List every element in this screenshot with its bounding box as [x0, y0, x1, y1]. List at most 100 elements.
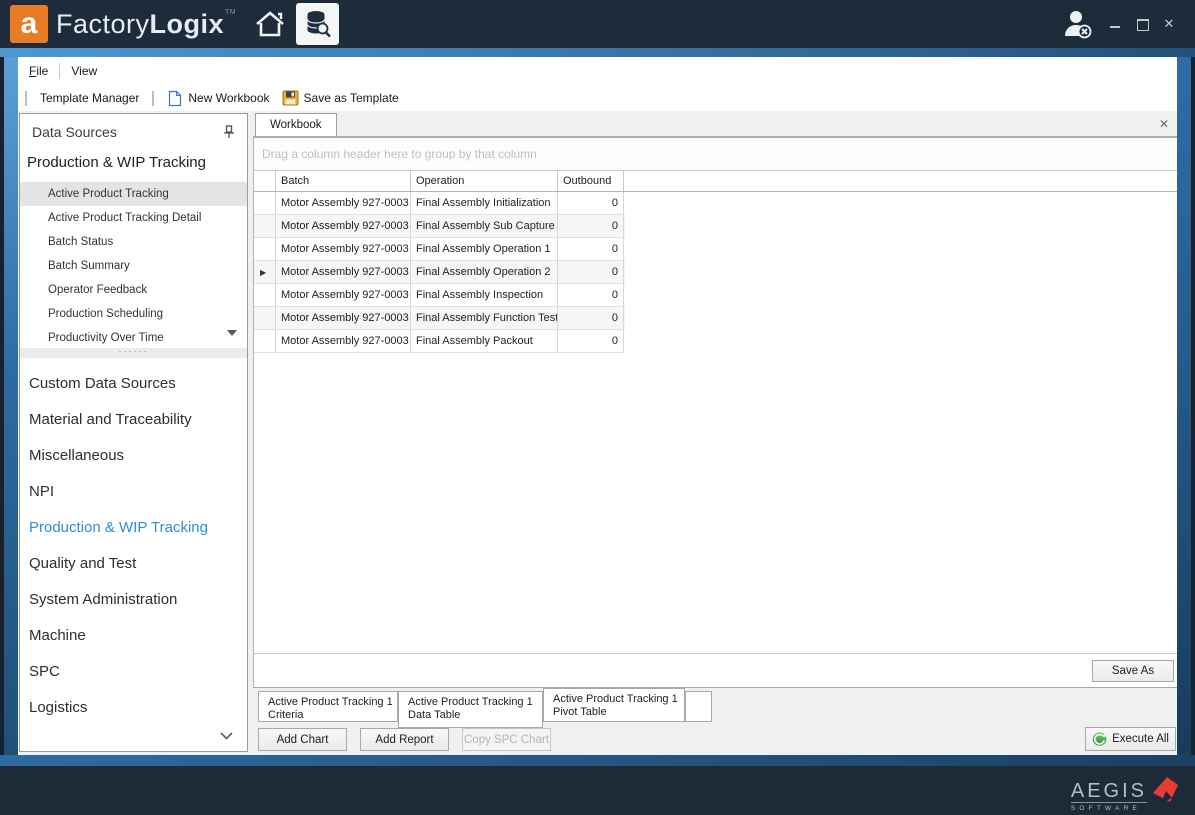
panel-splitter[interactable]: ······: [20, 348, 247, 358]
home-icon[interactable]: [250, 4, 290, 44]
category-item[interactable]: Production & WIP Tracking: [20, 510, 247, 546]
app-title: FactoryLogixTM: [56, 9, 236, 40]
scroll-down-arrow-icon[interactable]: [227, 330, 237, 336]
cell-batch: Motor Assembly 927-0003: [276, 215, 411, 237]
close-button[interactable]: ✕: [1163, 18, 1175, 30]
worksheet-tab[interactable]: Active Product Tracking 1 Criteria: [258, 691, 398, 722]
category-item[interactable]: NPI: [20, 474, 247, 510]
row-indicator-header: [254, 171, 276, 191]
category-item[interactable]: Logistics: [20, 690, 247, 726]
footer: AEGIS SOFTWARE: [0, 766, 1195, 815]
sidebar-item[interactable]: Batch Status: [20, 230, 247, 254]
execute-refresh-icon: [1092, 731, 1107, 747]
toolbar-separator: [152, 91, 154, 106]
row-indicator-cell: [254, 215, 276, 237]
aegis-brand: AEGIS: [1071, 782, 1147, 803]
category-item[interactable]: Quality and Test: [20, 546, 247, 582]
grid-rows: Motor Assembly 927-0003 Final Assembly I…: [254, 192, 625, 353]
cell-batch: Motor Assembly 927-0003: [276, 330, 411, 352]
action-button[interactable]: Copy SPC Chart: [462, 728, 551, 751]
maximize-button[interactable]: [1136, 18, 1148, 30]
category-item[interactable]: Miscellaneous: [20, 438, 247, 474]
row-indicator-cell: [254, 192, 276, 214]
close-tab-icon[interactable]: ✕: [1159, 117, 1169, 131]
grid-footer-band: [253, 627, 1177, 654]
cell-batch: Motor Assembly 927-0003: [276, 284, 411, 306]
worksheet-tab[interactable]: Active Product Tracking 1 Pivot Table: [543, 688, 685, 722]
execute-all-button[interactable]: Execute All: [1085, 727, 1176, 751]
action-buttons: Add Chart Add Report Copy SPC Chart: [258, 728, 551, 751]
cell-operation: Final Assembly Sub Capture: [411, 215, 558, 237]
table-row[interactable]: Motor Assembly 927-0003 Final Assembly I…: [254, 192, 625, 215]
column-header-batch[interactable]: Batch: [276, 171, 411, 191]
action-button[interactable]: Add Chart: [258, 728, 347, 751]
table-row[interactable]: Motor Assembly 927-0003 Final Assembly I…: [254, 284, 625, 307]
data-source-list: Active Product Tracking Active Product T…: [20, 182, 247, 350]
menu-file[interactable]: File: [18, 64, 59, 78]
table-row[interactable]: Motor Assembly 927-0003 Final Assembly F…: [254, 307, 625, 330]
aegis-flag-icon: [1151, 774, 1179, 806]
cell-outbound: 0: [558, 238, 624, 260]
cell-operation: Final Assembly Operation 1: [411, 238, 558, 260]
sidebar-item[interactable]: Active Product Tracking: [20, 182, 247, 206]
sidebar-item[interactable]: Batch Summary: [20, 254, 247, 278]
tab-workbook[interactable]: Workbook: [255, 113, 337, 136]
new-file-icon: [167, 90, 183, 107]
window-frame-bottom: [0, 755, 1195, 766]
tab-stub[interactable]: [685, 691, 712, 722]
new-workbook-button[interactable]: New Workbook: [161, 87, 275, 109]
window-frame-right: [1177, 57, 1195, 755]
cell-outbound: 0: [558, 284, 624, 306]
sidebar-item[interactable]: Active Product Tracking Detail: [20, 206, 247, 230]
row-indicator-cell: [254, 238, 276, 260]
table-row[interactable]: Motor Assembly 927-0003 Final Assembly S…: [254, 215, 625, 238]
app-logo-letter: a: [21, 9, 38, 39]
pin-icon[interactable]: [223, 125, 235, 139]
aegis-sub: SOFTWARE: [1071, 805, 1147, 812]
column-header-outbound[interactable]: Outbound: [558, 171, 624, 191]
category-item[interactable]: System Administration: [20, 582, 247, 618]
group-by-panel[interactable]: Drag a column header here to group by th…: [254, 138, 1177, 171]
menu-view[interactable]: View: [60, 64, 108, 78]
table-row[interactable]: Motor Assembly 927-0003 Final Assembly O…: [254, 261, 625, 284]
sidebar-item[interactable]: Operator Feedback: [20, 278, 247, 302]
category-item[interactable]: Custom Data Sources: [20, 366, 247, 402]
window-frame-top: [0, 48, 1195, 57]
sidebar-group-title: Production & WIP Tracking: [27, 154, 206, 171]
cell-operation: Final Assembly Initialization: [411, 192, 558, 214]
app-logo: a: [10, 5, 48, 43]
cell-outbound: 0: [558, 192, 624, 214]
cell-operation: Final Assembly Operation 2: [411, 261, 558, 283]
cell-batch: Motor Assembly 927-0003: [276, 238, 411, 260]
minimize-button[interactable]: [1109, 18, 1121, 30]
data-sources-tool-icon[interactable]: [296, 3, 339, 45]
window-controls: ✕: [1109, 0, 1175, 48]
cell-operation: Final Assembly Function Test: [411, 307, 558, 329]
worksheet-tab[interactable]: Active Product Tracking 1 Data Table: [398, 691, 543, 728]
application-window: a FactoryLogixTM: [0, 0, 1195, 815]
menubar: File View: [18, 57, 1177, 85]
save-as-band: Save As: [253, 654, 1177, 688]
sidebar-item[interactable]: Production Scheduling: [20, 302, 247, 326]
table-row[interactable]: Motor Assembly 927-0003 Final Assembly P…: [254, 330, 625, 353]
data-sources-header: Data Sources: [20, 114, 247, 150]
category-item[interactable]: Material and Traceability: [20, 402, 247, 438]
table-row[interactable]: Motor Assembly 927-0003 Final Assembly O…: [254, 238, 625, 261]
data-sources-panel: Data Sources Production & WIP Tracking A…: [19, 113, 248, 752]
template-manager-button[interactable]: Template Manager: [34, 87, 145, 109]
cell-batch: Motor Assembly 927-0003: [276, 261, 411, 283]
content-area: File View Template Manager New Workbook: [18, 57, 1177, 755]
user-logout-icon[interactable]: [1059, 6, 1095, 42]
save-as-template-button[interactable]: Save as Template: [276, 87, 405, 109]
chevron-down-icon[interactable]: [220, 732, 233, 740]
cell-outbound: 0: [558, 215, 624, 237]
category-item[interactable]: SPC: [20, 654, 247, 690]
data-sources-title: Data Sources: [32, 124, 117, 140]
save-as-button[interactable]: Save As: [1092, 660, 1174, 682]
cell-outbound: 0: [558, 261, 624, 283]
action-button[interactable]: Add Report: [360, 728, 449, 751]
column-header-operation[interactable]: Operation: [411, 171, 558, 191]
aegis-logo: AEGIS SOFTWARE: [1071, 774, 1179, 812]
grid-header-row: Batch Operation Outbound: [254, 171, 1177, 192]
category-item[interactable]: Machine: [20, 618, 247, 654]
